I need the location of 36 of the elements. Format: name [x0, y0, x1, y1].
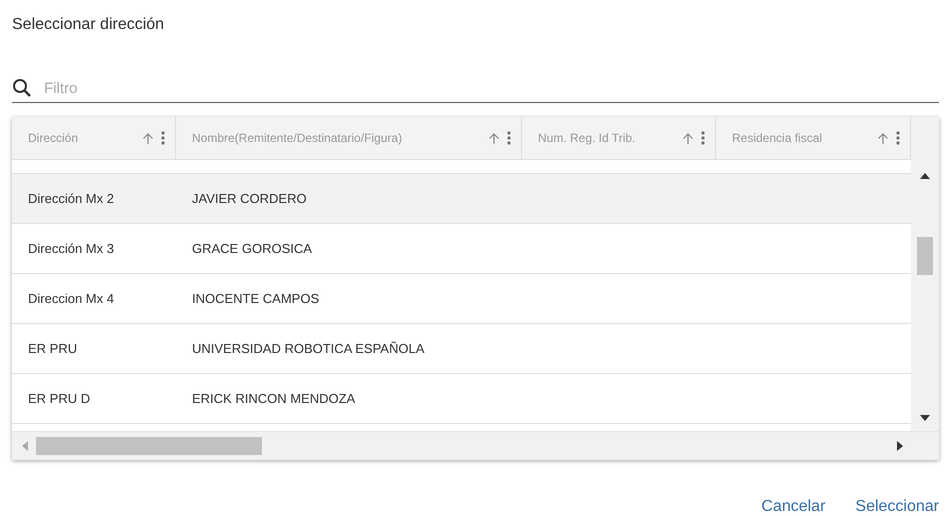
column-menu-icon[interactable] [507, 131, 511, 145]
horizontal-scrollbar[interactable] [12, 431, 939, 460]
table-row[interactable]: ER PRU UNIVERSIDAD ROBOTICA ESPAÑOLA [12, 324, 911, 374]
table-cell: Dirección Mx 2 [28, 191, 114, 206]
sort-arrow-icon[interactable] [682, 132, 694, 144]
column-menu-icon[interactable] [701, 131, 705, 145]
sort-arrow-icon[interactable] [877, 132, 889, 144]
table-cell: ER PRU D [28, 391, 90, 406]
column-menu-icon[interactable] [896, 131, 900, 145]
table-row[interactable]: Direccion Mx 4 INOCENTE CAMPOS [12, 274, 911, 324]
column-menu-icon[interactable] [161, 131, 165, 145]
table-cell: JAVIER CORDERO [192, 191, 307, 206]
table-cell: ERICK RINCON MENDOZA [192, 391, 356, 406]
sort-arrow-icon[interactable] [488, 132, 500, 144]
scroll-left-icon[interactable] [22, 441, 28, 451]
table-cell: INOCENTE CAMPOS [192, 291, 320, 306]
table-cell: Direccion Mx 4 [28, 291, 114, 306]
search-icon [12, 78, 32, 98]
table-cell: Dirección Mx 3 [28, 241, 114, 256]
scroll-up-icon[interactable] [920, 173, 930, 179]
table-cell: GRACE GOROSICA [192, 241, 312, 256]
filter-field[interactable]: Filtro [42, 78, 939, 98]
table-row[interactable]: Dirección Mx 2 JAVIER CORDERO [12, 174, 911, 224]
table-cell: ER PRU [28, 341, 78, 356]
cancel-button[interactable]: Cancelar [761, 494, 826, 516]
table-cell: UNIVERSIDAD ROBOTICA ESPAÑOLA [192, 341, 424, 356]
scrollbar-thumb[interactable] [36, 437, 262, 455]
select-button[interactable]: Seleccionar [855, 494, 939, 516]
scroll-right-icon[interactable] [897, 441, 903, 451]
dialog-title: Seleccionar dirección [12, 15, 166, 35]
table-row[interactable]: ER PRU D ERICK RINCON MENDOZA [12, 374, 911, 424]
sort-arrow-icon[interactable] [142, 132, 154, 144]
scrollbar-thumb[interactable] [917, 237, 933, 275]
scroll-down-icon[interactable] [920, 415, 930, 421]
vertical-scrollbar[interactable] [911, 117, 939, 431]
table-row[interactable]: Dirección Mx 3 GRACE GOROSICA [12, 224, 911, 274]
